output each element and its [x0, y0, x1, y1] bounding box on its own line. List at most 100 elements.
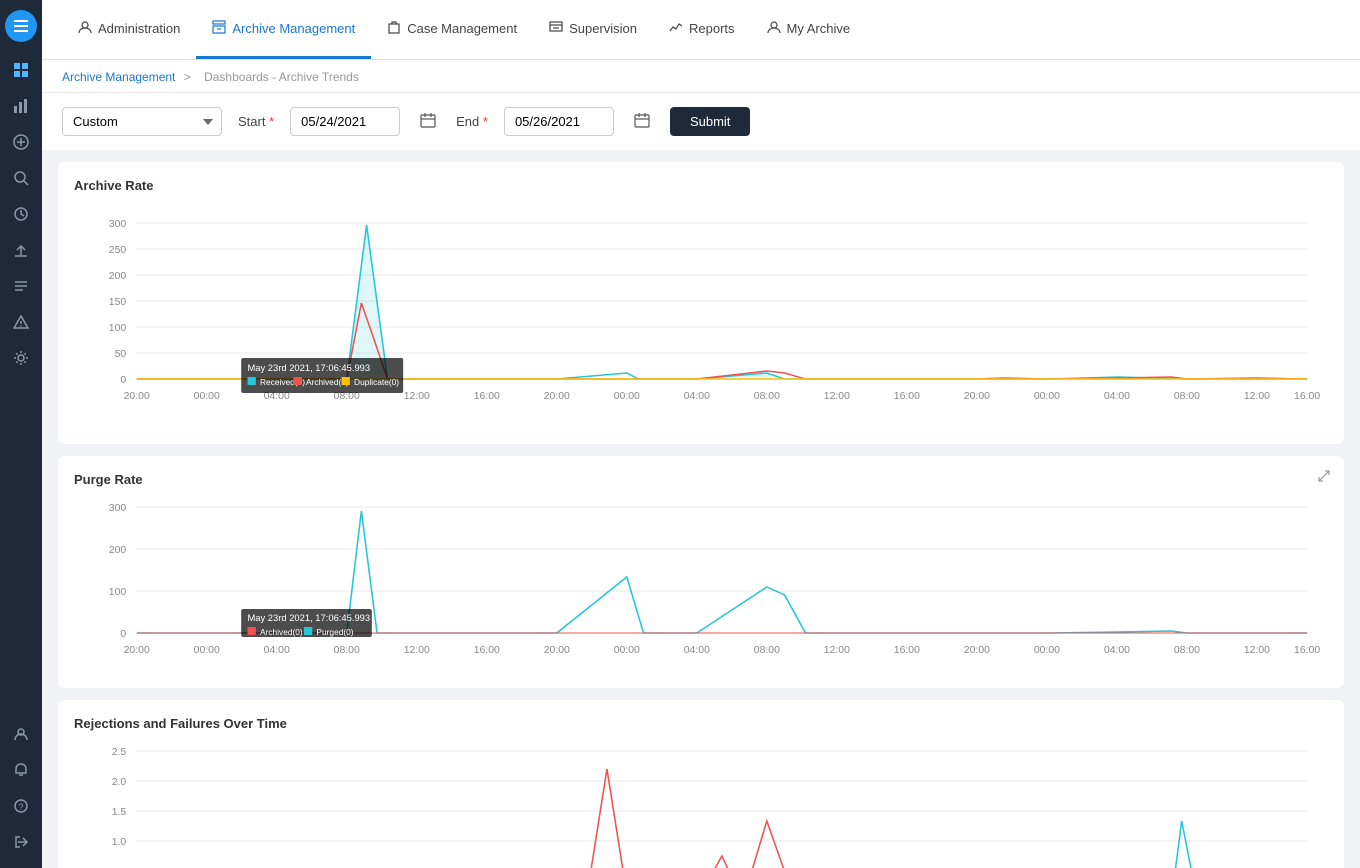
nav-supervision[interactable]: Supervision: [533, 0, 653, 59]
main-area: Administration Archive Management Case M…: [42, 0, 1360, 868]
svg-text:Duplicate(0): Duplicate(0): [354, 378, 399, 387]
breadcrumb-root[interactable]: Archive Management: [62, 70, 175, 84]
svg-text:1.0: 1.0: [112, 837, 127, 848]
svg-text:08:00: 08:00: [754, 391, 780, 402]
svg-text:0: 0: [120, 375, 126, 386]
add-circle-icon[interactable]: [5, 126, 37, 158]
rejections-svg: 2.5 2.0 1.5 1.0 0.5 0.0 20:00 00:00 04:0…: [74, 741, 1328, 868]
start-label: Start *: [238, 114, 274, 129]
nav-administration[interactable]: Administration: [62, 0, 196, 59]
svg-text:200: 200: [109, 271, 127, 282]
svg-text:100: 100: [109, 323, 127, 334]
svg-text:Purged(0): Purged(0): [316, 628, 353, 637]
svg-text:1.5: 1.5: [112, 807, 127, 818]
svg-text:20:00: 20:00: [544, 391, 570, 402]
user-profile-icon[interactable]: [5, 718, 37, 750]
archive-rate-title: Archive Rate: [74, 178, 1328, 193]
svg-text:08:00: 08:00: [334, 645, 360, 656]
svg-text:20:00: 20:00: [964, 645, 990, 656]
dashboard-icon[interactable]: [5, 54, 37, 86]
svg-text:300: 300: [109, 503, 127, 514]
sidebar: ?: [0, 0, 42, 868]
svg-text:00:00: 00:00: [614, 645, 640, 656]
nav-supervision-label: Supervision: [569, 21, 637, 36]
search-icon[interactable]: [5, 162, 37, 194]
sidebar-logo[interactable]: [5, 10, 37, 42]
svg-text:08:00: 08:00: [754, 645, 780, 656]
nav-case-management[interactable]: Case Management: [371, 0, 533, 59]
svg-text:12:00: 12:00: [404, 645, 430, 656]
svg-text:100: 100: [109, 587, 127, 598]
svg-text:16:00: 16:00: [474, 391, 500, 402]
svg-text:16:00: 16:00: [1294, 391, 1320, 402]
start-calendar-button[interactable]: [416, 108, 440, 135]
purge-rate-title: Purge Rate: [74, 472, 1328, 487]
top-nav: Administration Archive Management Case M…: [42, 0, 1360, 60]
reports-icon: [669, 20, 683, 37]
svg-text:12:00: 12:00: [1244, 645, 1270, 656]
svg-text:00:00: 00:00: [194, 645, 220, 656]
svg-text:04:00: 04:00: [1104, 645, 1130, 656]
submit-button[interactable]: Submit: [670, 107, 750, 136]
help-icon[interactable]: ?: [5, 790, 37, 822]
svg-text:04:00: 04:00: [1104, 391, 1130, 402]
svg-text:00:00: 00:00: [194, 391, 220, 402]
archive-rate-svg: 300 250 200 150 100 50 0 20:00 00:00 04:…: [74, 203, 1328, 423]
warning-icon[interactable]: [5, 306, 37, 338]
svg-text:20:00: 20:00: [964, 391, 990, 402]
svg-text:20:00: 20:00: [124, 391, 150, 402]
expand-icon[interactable]: [1318, 470, 1330, 485]
date-range-select[interactable]: Custom Last 24 Hours Last 7 Days: [62, 107, 222, 136]
list-check-icon[interactable]: [5, 270, 37, 302]
svg-text:150: 150: [109, 297, 127, 308]
svg-text:12:00: 12:00: [404, 391, 430, 402]
breadcrumb-separator: >: [184, 70, 191, 84]
nav-archive-management-label: Archive Management: [232, 21, 355, 36]
start-date-input[interactable]: [290, 107, 400, 136]
svg-text:2.0: 2.0: [112, 777, 127, 788]
svg-text:May 23rd 2021, 17:06:45.993: May 23rd 2021, 17:06:45.993: [247, 613, 370, 623]
nav-case-management-label: Case Management: [407, 21, 517, 36]
svg-text:16:00: 16:00: [894, 391, 920, 402]
svg-text:250: 250: [109, 245, 127, 256]
logout-icon[interactable]: [5, 826, 37, 858]
nav-archive-management[interactable]: Archive Management: [196, 0, 371, 59]
end-date-input[interactable]: [504, 107, 614, 136]
nav-my-archive-label: My Archive: [787, 21, 851, 36]
settings-icon[interactable]: [5, 342, 37, 374]
svg-text:Archived(0): Archived(0): [260, 628, 303, 637]
svg-text:00:00: 00:00: [1034, 391, 1060, 402]
nav-reports-label: Reports: [689, 21, 735, 36]
nav-reports[interactable]: Reports: [653, 0, 751, 59]
svg-text:08:00: 08:00: [1174, 645, 1200, 656]
svg-text:04:00: 04:00: [684, 645, 710, 656]
bell-icon[interactable]: [5, 754, 37, 786]
charts-container: Archive Rate 300 250 200 150 100: [42, 154, 1360, 868]
end-calendar-button[interactable]: [630, 108, 654, 135]
svg-text:00:00: 00:00: [1034, 645, 1060, 656]
svg-text:12:00: 12:00: [1244, 391, 1270, 402]
svg-text:04:00: 04:00: [264, 645, 290, 656]
history-icon[interactable]: [5, 198, 37, 230]
svg-text:2.5: 2.5: [112, 747, 127, 758]
nav-administration-label: Administration: [98, 21, 180, 36]
svg-text:04:00: 04:00: [684, 391, 710, 402]
filter-bar: Custom Last 24 Hours Last 7 Days Start *…: [42, 93, 1360, 150]
svg-text:16:00: 16:00: [474, 645, 500, 656]
content-area: Archive Management > Dashboards - Archiv…: [42, 60, 1360, 868]
svg-text:12:00: 12:00: [824, 645, 850, 656]
archive-icon: [212, 20, 226, 37]
breadcrumb-current: Dashboards - Archive Trends: [204, 70, 359, 84]
archive-rate-chart: Archive Rate 300 250 200 150 100: [58, 162, 1344, 444]
chart-bar-icon[interactable]: [5, 90, 37, 122]
svg-text:16:00: 16:00: [894, 645, 920, 656]
end-label: End *: [456, 114, 488, 129]
svg-text:08:00: 08:00: [1174, 391, 1200, 402]
rejections-chart: Rejections and Failures Over Time 2.5 2.…: [58, 700, 1344, 868]
nav-my-archive[interactable]: My Archive: [751, 0, 867, 59]
export-icon[interactable]: [5, 234, 37, 266]
start-required: *: [269, 114, 274, 129]
svg-text:16:00: 16:00: [1294, 645, 1320, 656]
purge-rate-chart: Purge Rate 300 200 100 0 20:00 00:00: [58, 456, 1344, 688]
supervision-icon: [549, 20, 563, 37]
